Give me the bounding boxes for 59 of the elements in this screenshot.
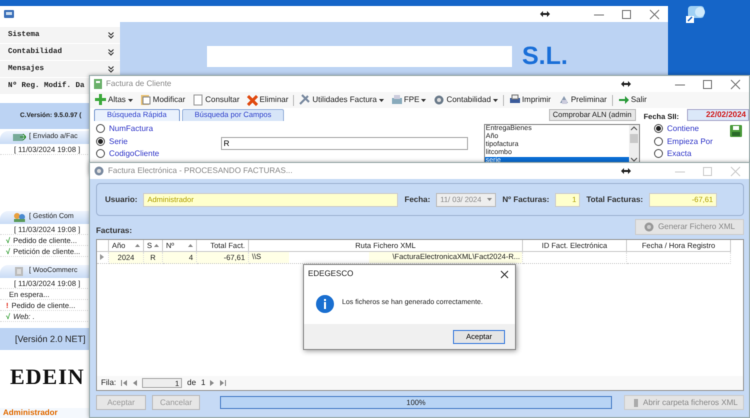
sii-date-field: 22/02/2024 [687,109,749,121]
resize-icon [621,81,631,87]
resize-icon [540,11,550,17]
toolbar-icon [299,94,310,106]
window-icon [94,79,102,89]
previous-icon [132,380,138,386]
toolbar-button[interactable]: Imprimir [506,94,553,106]
toolbar-icon [558,94,569,106]
folder-icon [633,398,639,408]
next-icon [210,380,216,386]
field-label: Usuario: [105,194,138,204]
scrollbar [628,125,639,163]
last-icon [220,380,226,386]
window-title: Factura de Cliente [106,79,172,89]
row-count: 1 [201,378,206,388]
toolbar-icon [390,94,402,106]
field-label: Fecha: [404,194,430,204]
pager-label: de [187,378,196,388]
toolbar-button[interactable]: Eliminar [244,94,290,106]
company-name: S.L. [522,44,568,69]
save-button[interactable] [729,124,743,138]
first-icon [121,380,128,386]
dialog-title: EDEGESCO [308,269,354,279]
resize-icon [621,168,631,174]
toolbar-icon [95,94,106,106]
radio-button[interactable]: Serie [96,136,215,146]
info-icon [316,294,334,312]
panel-icon [12,132,26,143]
grid-label: Facturas: [96,226,132,236]
toolbar-button[interactable]: Contabilidad [431,94,500,106]
toolbar-icon [433,94,444,106]
toolbar-button[interactable]: Preliminar [556,94,609,106]
app-icon [4,10,14,18]
radio-button[interactable]: NumFactura [96,124,215,134]
toolbar-button[interactable]: FPE [388,94,428,106]
toolbar-button[interactable]: Modificar [138,94,188,106]
caret-icon [487,198,492,201]
toolbar-button[interactable]: Altas [93,94,135,106]
window-title: Factura Electrónica - PROCESANDO FACTURAS... [108,166,292,176]
field-label: Total Facturas: [586,194,644,204]
toolbar-icon [246,94,258,106]
radio-button[interactable]: Empieza Por [654,136,724,146]
shortcut-icon [684,4,708,24]
radio-button[interactable]: CodigoCliente [96,149,215,159]
field-label: Nº Facturas: [502,194,550,204]
pager-label: Fila: [101,378,116,388]
panel-icon [12,266,26,277]
search-field[interactable]: R [220,137,468,150]
logo-text: EDEIN [10,364,85,390]
toolbar-button[interactable]: Utilidades Factura [297,94,386,106]
radio-button[interactable]: Exacta [654,149,724,159]
toolbar-icon [618,94,629,106]
globe-icon [644,222,654,232]
panel-icon [12,212,26,223]
window-icon [94,166,104,176]
toolbar-button[interactable]: Salir [616,94,649,106]
radio-button[interactable]: Contiene [654,124,724,134]
toolbar-button[interactable]: Consultar [190,94,242,106]
user-name: Administrador [3,408,58,418]
